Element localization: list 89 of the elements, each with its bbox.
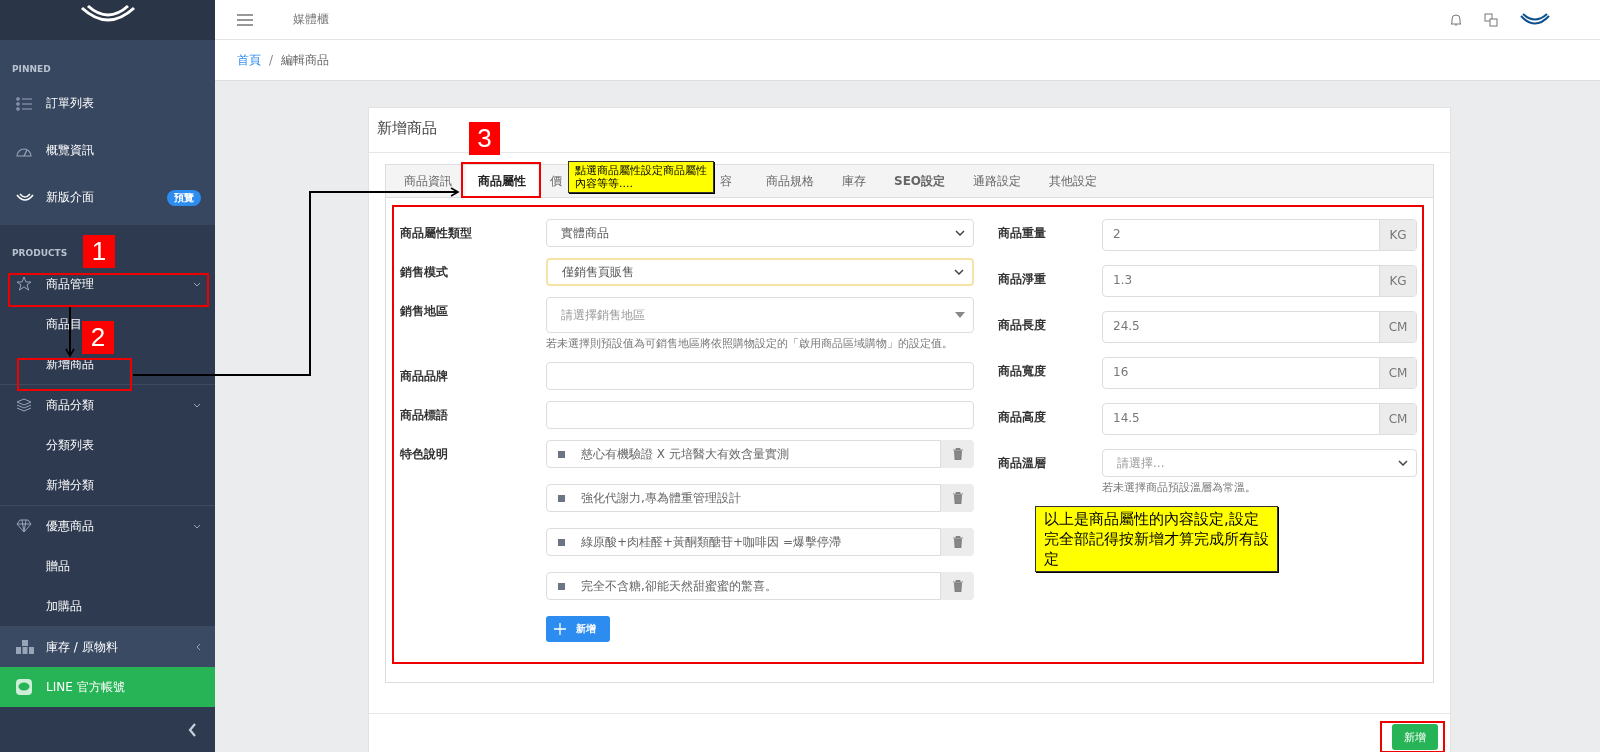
callout-note: 以上是商品屬性的內容設定,設定完全部記得按新增才算完成所有設定 [1035,506,1278,572]
help-text: 若未選擇商品預設溫層為常溫。 [1102,481,1257,495]
tab[interactable]: SEO設定 [880,165,960,197]
field-label: 商品重量 [998,225,1047,242]
input-field[interactable]: 強化代謝力,專為體重管理設計 [546,484,941,512]
chat-icon [16,679,32,695]
section-heading: PRODUCTS [12,247,68,260]
input-field[interactable]: 完全不含糖,卻能天然甜蜜蜜的驚喜。 [546,572,941,600]
input-field[interactable]: 慈心有機驗證 X 元培醫大有效含量實測 [546,440,941,468]
chevron-down-icon [954,269,964,275]
field-label: 商品標語 [400,407,449,424]
field-label: 銷售地區 [400,303,449,320]
preview-badge: 預覽 [167,189,201,206]
logo-icon[interactable] [1520,12,1550,27]
input-field[interactable] [546,362,974,390]
unit-label: KG [1379,266,1416,296]
sidebar-item[interactable]: 新版介面 預覽 [0,174,215,221]
breadcrumb-separator: / [269,53,274,67]
sidebar-subitem[interactable]: 加購品 [46,586,82,626]
field-label: 商品高度 [998,409,1047,426]
field-label: 商品品牌 [400,368,449,385]
translate-icon[interactable] [1484,12,1498,27]
callout-note: 點選商品屬性設定商品屬性內容等等.... [568,161,714,193]
input-field[interactable]: 14.5 CM [1102,403,1417,435]
field-label: 商品長度 [998,317,1047,334]
layers-icon [16,398,32,412]
tab[interactable]: 商品資訊 [390,165,466,197]
breadcrumb-current: 編輯商品 [281,51,330,69]
field-label: 商品溫層 [998,455,1047,472]
unit-label: CM [1379,404,1416,434]
sidebar-subitem[interactable]: 分類列表 [46,425,94,465]
top-title[interactable]: 媒體櫃 [293,11,329,28]
field-label: 銷售模式 [400,264,449,281]
tab[interactable]: 商品規格 [752,165,828,197]
field-label: 特色說明 [400,446,449,463]
trash-icon [952,536,963,548]
unit-label: KG [1379,220,1416,250]
tab[interactable]: 通路設定 [959,165,1036,197]
sidebar-item[interactable]: 訂單列表 [0,80,215,127]
help-text: 若未選擇則預設值為可銷售地區將依照購物設定的「啟用商品區域購物」的設定值。 [546,337,954,351]
bell-icon[interactable] [1450,12,1462,27]
delete-button[interactable] [941,440,974,468]
star-icon [16,276,32,292]
field-label: 商品屬性類型 [400,225,473,242]
step-marker: 3 [469,122,500,155]
step-marker: 2 [82,321,114,354]
sidebar-subitem[interactable]: 新增分類 [46,465,94,505]
chevron-down-icon [955,230,965,236]
unit-label: CM [1379,358,1416,388]
input-field[interactable]: 24.5 CM [1102,311,1417,343]
delete-button[interactable] [941,528,974,556]
highlight-frame [1380,721,1445,752]
select-field[interactable]: 僅銷售頁販售 [546,258,974,286]
sidebar-item[interactable]: 概覽資訊 [0,127,215,174]
caret-down-icon [955,312,965,318]
trash-icon [952,492,963,504]
logo-icon [16,192,34,203]
input-field[interactable]: 1.3 KG [1102,265,1417,297]
tab[interactable]: 容 [720,165,752,197]
input-field[interactable]: 綠原酸+肉桂醛+黃酮類醣苷+咖啡因 =爆擊停滯 [546,528,941,556]
unit-label: CM [1379,312,1416,342]
delete-button[interactable] [941,572,974,600]
step-marker: 1 [83,235,115,268]
section-heading: PINNED [12,63,51,76]
input-field[interactable]: 2 KG [1102,219,1417,251]
delete-button[interactable] [941,484,974,512]
boxes-icon [16,640,34,654]
trash-icon [952,448,963,460]
tab[interactable]: 其他設定 [1035,165,1112,197]
sidebar-item[interactable]: 庫存 / 原物料 [0,627,215,667]
tab[interactable]: 庫存 [828,165,880,197]
input-field[interactable] [546,401,974,429]
add-button[interactable]: 新增 [546,616,610,642]
field-label: 商品淨重 [998,271,1047,288]
diamond-icon [16,519,32,533]
chevron-down-icon [1398,460,1408,466]
sidebar-subitem[interactable]: 贈品 [46,546,70,586]
field-label: 商品寬度 [998,363,1047,380]
trash-icon [952,580,963,592]
plus-icon [554,623,566,635]
tab[interactable]: 商品屬性 [466,165,538,197]
menu-icon[interactable] [237,13,253,26]
breadcrumb-link[interactable]: 首頁 [237,51,261,69]
select-field[interactable]: 實體商品 [546,219,974,247]
sidebar-subitem[interactable]: 商品目 [46,304,82,344]
collapse-icon[interactable] [188,722,197,737]
list-icon [16,96,32,111]
input-field[interactable]: 16 CM [1102,357,1417,389]
tab[interactable]: 價 [538,165,566,197]
